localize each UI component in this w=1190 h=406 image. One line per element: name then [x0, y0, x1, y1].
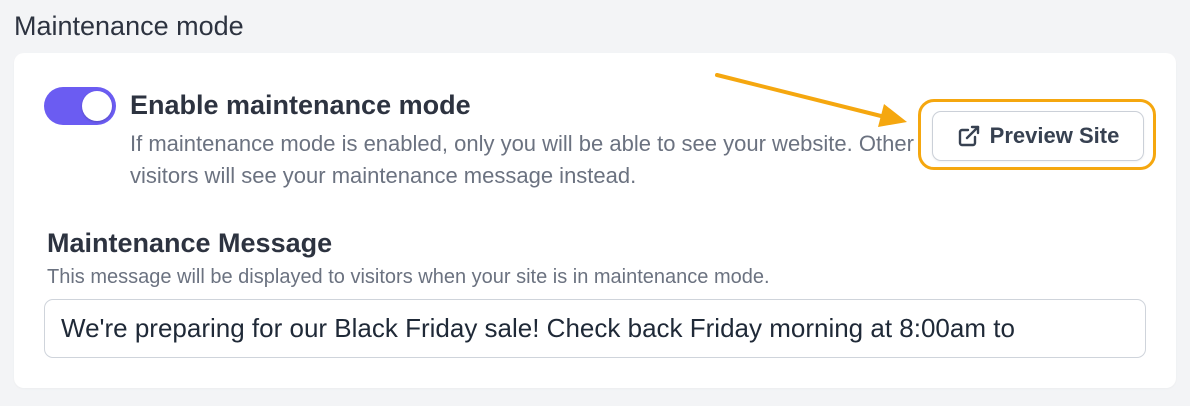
- preview-site-button[interactable]: Preview Site: [932, 111, 1144, 161]
- toggle-knob: [82, 91, 112, 121]
- message-description: This message will be displayed to visito…: [47, 266, 770, 288]
- external-link-icon: [958, 125, 979, 147]
- toggle-description: If maintenance mode is enabled, only you…: [130, 131, 914, 188]
- toggle-label: Enable maintenance mode: [130, 90, 471, 120]
- message-title: Maintenance Message: [47, 228, 333, 258]
- preview-site-label: Preview Site: [989, 123, 1120, 148]
- maintenance-card: Enable maintenance mode If maintenance m…: [14, 53, 1176, 388]
- section-title: Maintenance mode: [14, 11, 244, 41]
- maintenance-message-input[interactable]: [44, 299, 1146, 358]
- maintenance-settings-page: Maintenance mode Enable maintenance mode…: [0, 0, 1190, 406]
- maintenance-toggle[interactable]: [44, 87, 116, 125]
